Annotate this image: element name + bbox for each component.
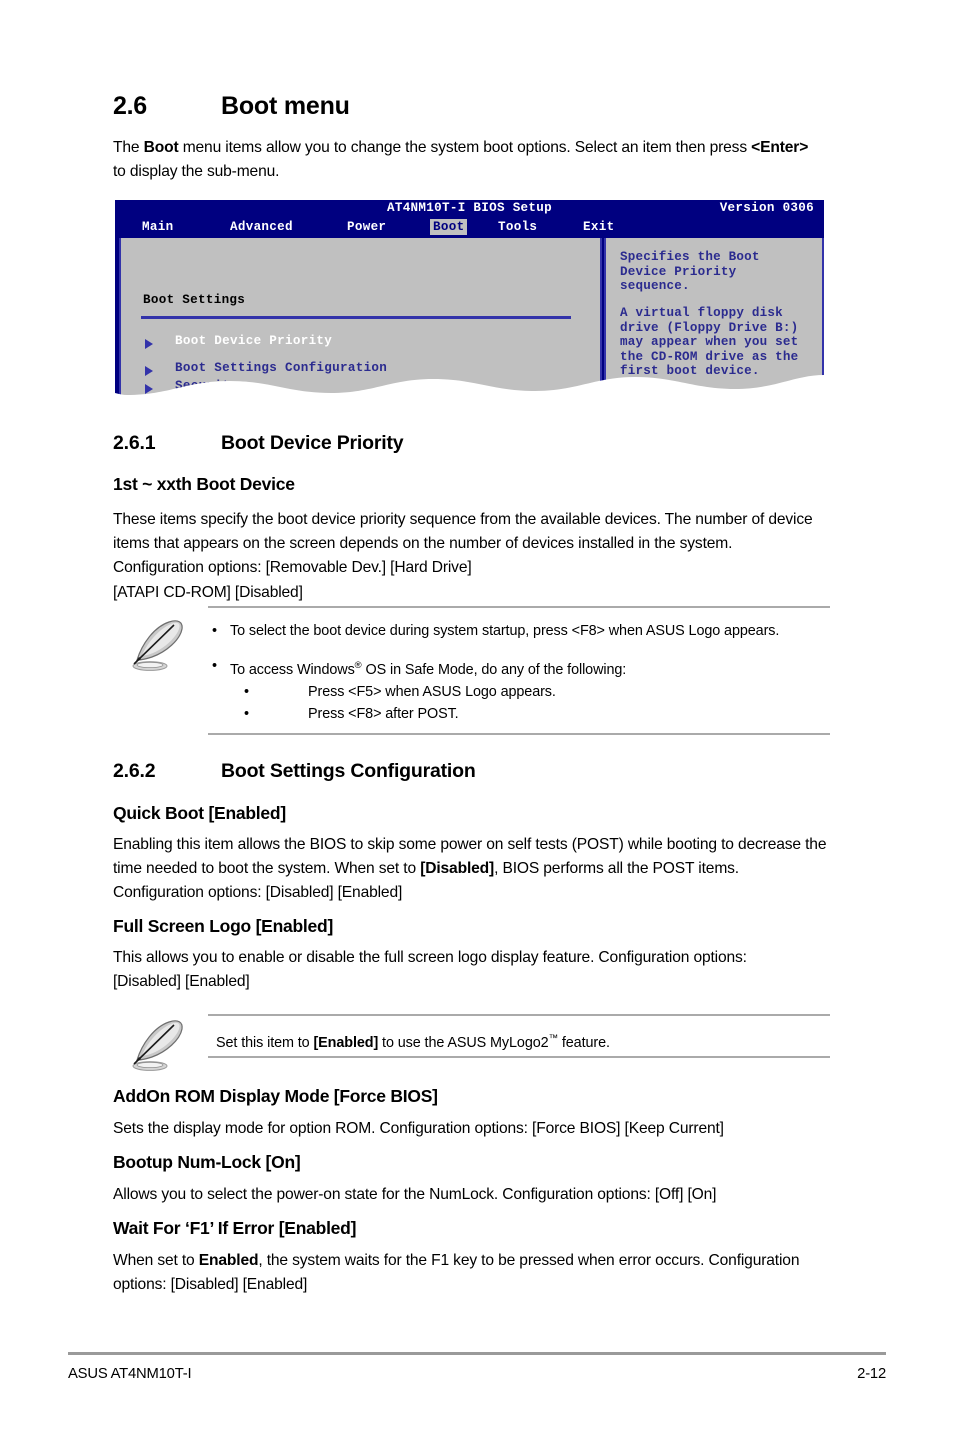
triangle-right-icon: [145, 384, 153, 394]
bullet-glyph: •: [244, 683, 249, 700]
subsection-number: 2.6.2: [113, 760, 156, 782]
bios-item-boot-settings-configuration[interactable]: Boot Settings Configuration: [175, 361, 387, 375]
section-intro-paragraph: The Boot menu items allow you to change …: [113, 136, 813, 184]
heading-addon-rom-display-mode: AddOn ROM Display Mode [Force BIOS]: [113, 1086, 438, 1106]
qb-line1: Enabling this item allows the BIOS to sk…: [113, 836, 734, 853]
note-bullet-1-text: To select the boot device during system …: [230, 623, 780, 639]
bnl-line1: Allows you to select the power-on state …: [113, 1186, 717, 1203]
arom-line1: Sets the display mode for option ROM. Co…: [113, 1120, 724, 1137]
note-bullet-2-pre: To access Windows: [230, 661, 355, 678]
paragraph-boot-device-priority: These items specify the boot device prio…: [113, 508, 813, 605]
note-spacer: [208, 642, 848, 655]
bios-item-boot-device-priority[interactable]: Boot Device Priority: [175, 334, 332, 348]
heading-wait-for-f1: Wait For ‘F1’ If Error [Enabled]: [113, 1218, 357, 1238]
note-rule-bottom: [208, 733, 830, 735]
wf1-line1-post: , the system waits for the F1 key to be …: [258, 1252, 705, 1269]
bios-menu-bar: Main Advanced Power Boot Tools Exit: [115, 217, 824, 238]
paragraph-wait-for-f1: When set to Enabled, the system waits fo…: [113, 1249, 813, 1297]
bios-title-rule: [141, 316, 571, 319]
bios-body: Boot Settings Boot Device Priority Boot …: [115, 238, 824, 406]
wf1-line1-pre: When set to: [113, 1252, 199, 1269]
bios-help-paragraph-2: A virtual floppy disk drive (Floppy Driv…: [620, 306, 799, 379]
bios-menu-main[interactable]: Main: [139, 219, 176, 235]
paragraph-addon-rom: Sets the display mode for option ROM. Co…: [113, 1117, 833, 1141]
bios-version: Version 0306: [719, 201, 814, 215]
bios-screenshot: AT4NM10T-I BIOS Setup Version 0306 Main …: [115, 200, 824, 411]
note-bullet-2-post: OS in Safe Mode, do any of the following…: [361, 661, 627, 678]
bios-item-security[interactable]: Security: [175, 379, 238, 393]
subsection-number: 2.6.1: [113, 432, 156, 454]
footer-page-number: 2-12: [857, 1366, 886, 1382]
footer-rule: [68, 1352, 886, 1356]
intro-post: to display the sub-menu.: [113, 163, 280, 181]
para-line-1: These items specify the boot device prio…: [113, 511, 692, 528]
qb-line2-post: , BIOS performs all the: [494, 860, 649, 878]
note-bullet-1: • To select the boot device during syste…: [208, 620, 848, 642]
heading-quick-boot: Quick Boot [Enabled]: [113, 803, 286, 823]
section-heading-2-6-1: 2.6.1 Boot Device Priority: [113, 432, 404, 455]
note2-mid: to use the ASUS MyLogo2: [378, 1034, 549, 1051]
intro-mid: menu items allow you to change the syste…: [178, 139, 752, 156]
bios-menu-exit[interactable]: Exit: [580, 219, 617, 235]
intro-pre: The: [113, 139, 144, 156]
bios-menu-advanced[interactable]: Advanced: [227, 219, 296, 235]
bios-menu-boot[interactable]: Boot: [430, 219, 468, 235]
bios-panel-title: Boot Settings: [143, 293, 246, 307]
note2-post: feature.: [557, 1034, 610, 1051]
bullet-glyph: •: [212, 623, 217, 639]
heading-bootup-num-lock: Bootup Num-Lock [On]: [113, 1152, 301, 1172]
bios-help-panel: Specifies the Boot Device Priority seque…: [604, 238, 824, 406]
note-sub-bullet-1: • Press <F5> when ASUS Logo appears.: [208, 681, 848, 703]
heading-full-screen-logo: Full Screen Logo [Enabled]: [113, 916, 334, 936]
section-heading-2-6: 2.6 Boot menu: [113, 92, 350, 121]
triangle-right-icon: [145, 366, 153, 376]
section-heading-2-6-2: 2.6.2 Boot Settings Configuration: [113, 760, 476, 783]
bios-title: AT4NM10T-I BIOS Setup: [386, 201, 552, 215]
bullet-glyph: •: [212, 658, 217, 674]
note2-rule-bottom: [208, 1056, 830, 1058]
bios-menu-tools[interactable]: Tools: [495, 219, 540, 235]
quill-pen-icon: [132, 620, 183, 671]
footer-product-name: ASUS AT4NM10T-I: [68, 1366, 192, 1382]
trademark-mark: ™: [548, 1033, 559, 1044]
paragraph-bootup-num-lock: Allows you to select the power-on state …: [113, 1183, 833, 1207]
note2-pre: Set this item to: [216, 1034, 314, 1051]
fsl-line1: This allows you to enable or disable the…: [113, 949, 690, 966]
section-title: Boot menu: [221, 92, 350, 120]
quill-pen-icon: [132, 1020, 183, 1071]
note-box-boot-device: • To select the boot device during syste…: [0, 600, 954, 740]
bios-menu-power[interactable]: Power: [344, 219, 389, 235]
note-sub-bullet-1-text: Press <F5> when ASUS Logo appears.: [308, 683, 556, 700]
note-box-mylogo2: Set this item to [Enabled] to use the AS…: [0, 1008, 954, 1071]
intro-bold-enter: <Enter>: [751, 139, 809, 156]
para-line-4: [ATAPI CD-ROM] [Disabled]: [113, 583, 303, 601]
document-page: 2.6 Boot menu The Boot menu items allow …: [0, 0, 954, 1438]
bios-title-bar: AT4NM10T-I BIOS Setup Version 0306: [115, 200, 824, 217]
paragraph-full-screen-logo: This allows you to enable or disable the…: [113, 946, 813, 994]
note2-rule-top: [208, 1014, 830, 1016]
paragraph-quick-boot: Enabling this item allows the BIOS to sk…: [113, 833, 828, 906]
subsection-title: Boot Settings Configuration: [221, 760, 476, 782]
qb-bold-disabled: [Disabled]: [420, 860, 495, 878]
wf1-bold-enabled: Enabled: [198, 1252, 259, 1269]
note2-bold-enabled: [Enabled]: [313, 1034, 379, 1051]
subsection-title: Boot Device Priority: [221, 432, 404, 454]
note-sub-bullet-2-text: Press <F8> after POST.: [308, 705, 459, 722]
intro-bold-boot: Boot: [143, 139, 179, 156]
heading-1st-xxth-boot-device: 1st ~ xxth Boot Device: [113, 474, 295, 494]
note-rule-top: [208, 606, 830, 608]
section-number: 2.6: [113, 92, 147, 120]
note-bullet-2: • To access Windows® OS in Safe Mode, do…: [208, 655, 848, 681]
bullet-glyph: •: [244, 705, 249, 722]
triangle-right-icon: [145, 339, 153, 349]
bios-help-paragraph-1: Specifies the Boot Device Priority seque…: [620, 250, 760, 294]
note-content: • To select the boot device during syste…: [208, 620, 848, 725]
bios-left-panel: Boot Settings Boot Device Priority Boot …: [119, 238, 602, 406]
note-sub-bullet-2: • Press <F8> after POST.: [208, 703, 848, 725]
note2-content: Set this item to [Enabled] to use the AS…: [216, 1028, 836, 1054]
registered-mark: ®: [354, 660, 362, 671]
